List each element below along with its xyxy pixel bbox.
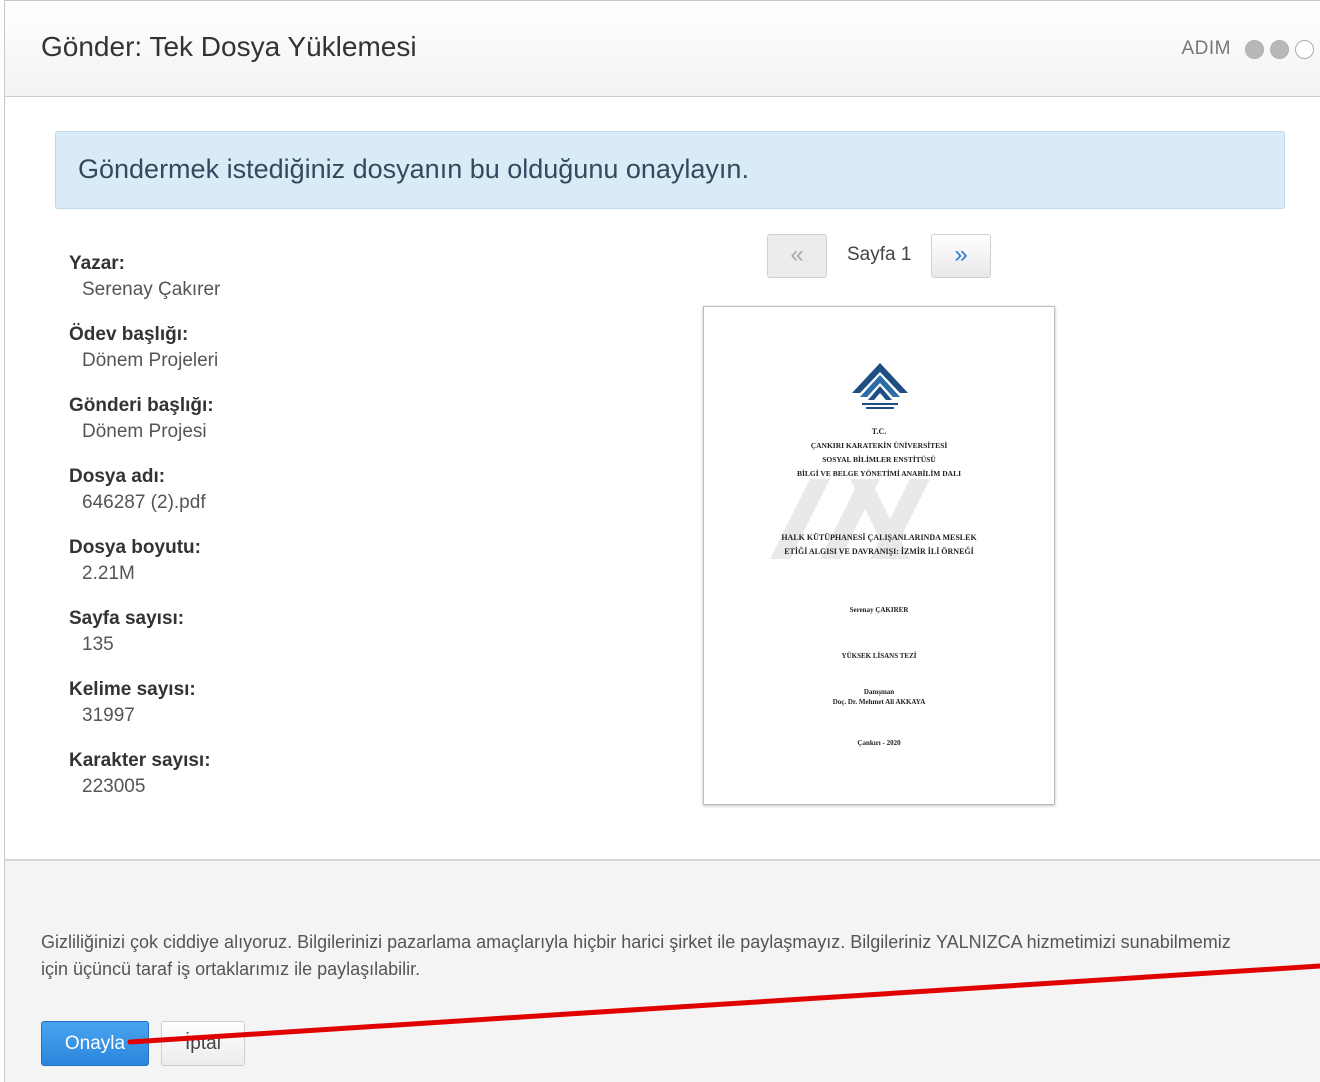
doc-line: Danışman (863, 688, 895, 696)
meta-submission-title: Gönderi başlığı: Dönem Projesi (69, 393, 469, 464)
meta-label: Dosya boyutu: (69, 537, 201, 558)
meta-label: Dosya adı: (69, 466, 166, 487)
meta-value: Serenay Çakırer (82, 279, 221, 300)
doc-line: Serenay ÇAKIRER (849, 606, 909, 614)
meta-label: Kelime sayısı: (69, 679, 196, 700)
meta-label: Ödev başlığı: (69, 324, 189, 345)
meta-value: 646287 (2).pdf (82, 492, 206, 513)
doc-line: BİLGİ VE BELGE YÖNETİMİ ANABİLİM DALI (797, 469, 961, 478)
dialog-title: Gönder: Tek Dosya Yüklemesi (41, 31, 417, 62)
doc-line: ETİĞİ ALGISI VE DAVRANIŞI: İZMİR İLİ ÖRN… (784, 547, 974, 556)
next-page-button[interactable]: » (931, 234, 991, 278)
meta-character-count: Karakter sayısı: 223005 (69, 748, 469, 819)
doc-line: HALK KÜTÜPHANESİ ÇALIŞANLARINDA MESLEK (781, 533, 977, 542)
dialog-footer: Gizliliğinizi çok ciddiye alıyoruz. Bilg… (5, 859, 1320, 1082)
document-page: T.C. ÇANKIRI KARATEKİN ÜNİVERSİTESİ SOSY… (704, 307, 1054, 804)
step-dot-3-icon (1295, 39, 1314, 59)
previous-page-button[interactable]: « (767, 234, 827, 278)
meta-value: 31997 (82, 705, 135, 726)
document-preview: T.C. ÇANKIRI KARATEKİN ÜNİVERSİTESİ SOSY… (703, 306, 1055, 805)
meta-author: Yazar: Serenay Çakırer (69, 251, 469, 322)
meta-label: Sayfa sayısı: (69, 608, 185, 629)
dialog-header: Gönder: Tek Dosya Yüklemesi ADIM (5, 1, 1320, 97)
step-indicator: ADIM (1181, 38, 1314, 60)
step-dot-1-icon (1245, 39, 1264, 59)
privacy-notice: Gizliliğinizi çok ciddiye alıyoruz. Bilg… (41, 932, 1231, 979)
doc-line: SOSYAL BİLİMLER ENSTİTÜSÜ (822, 455, 936, 464)
file-metadata: Yazar: Serenay Çakırer Ödev başlığı: Dön… (69, 251, 469, 819)
page-pager: « Sayfa 1 » (767, 234, 997, 278)
submission-dialog: Gönder: Tek Dosya Yüklemesi ADIM Gönderm… (4, 0, 1320, 1082)
meta-page-count: Sayfa sayısı: 135 (69, 606, 469, 677)
doc-line: Doç. Dr. Mehmet Ali AKKAYA (832, 698, 926, 706)
meta-label: Karakter sayısı: (69, 750, 211, 771)
confirm-alert: Göndermek istediğiniz dosyanın bu olduğu… (55, 131, 1285, 209)
doc-line: Çankırı - 2020 (857, 739, 901, 747)
alert-text: Göndermek istediğiniz dosyanın bu olduğu… (78, 154, 749, 184)
cancel-button[interactable]: İptal (161, 1021, 245, 1066)
meta-label: Gönderi başlığı: (69, 395, 214, 416)
meta-label: Yazar: (69, 253, 125, 274)
doc-line: T.C. (871, 427, 887, 436)
step-dot-2-icon (1270, 39, 1289, 59)
meta-value: Dönem Projesi (82, 421, 207, 442)
page-indicator: Sayfa 1 (847, 244, 912, 265)
meta-value: 223005 (82, 776, 146, 797)
meta-file-size: Dosya boyutu: 2.21M (69, 535, 469, 606)
meta-value: 2.21M (82, 563, 135, 584)
confirm-button[interactable]: Onayla (41, 1021, 149, 1066)
meta-file-name: Dosya adı: 646287 (2).pdf (69, 464, 469, 535)
university-logo-icon (852, 363, 908, 409)
meta-word-count: Kelime sayısı: 31997 (69, 677, 469, 748)
meta-value: 135 (82, 634, 114, 655)
meta-assignment-title: Ödev başlığı: Dönem Projeleri (69, 322, 469, 393)
doc-line: YÜKSEK LİSANS TEZİ (841, 652, 917, 660)
step-label: ADIM (1181, 38, 1231, 59)
doc-line: ÇANKIRI KARATEKİN ÜNİVERSİTESİ (810, 441, 948, 450)
meta-value: Dönem Projeleri (82, 350, 219, 371)
